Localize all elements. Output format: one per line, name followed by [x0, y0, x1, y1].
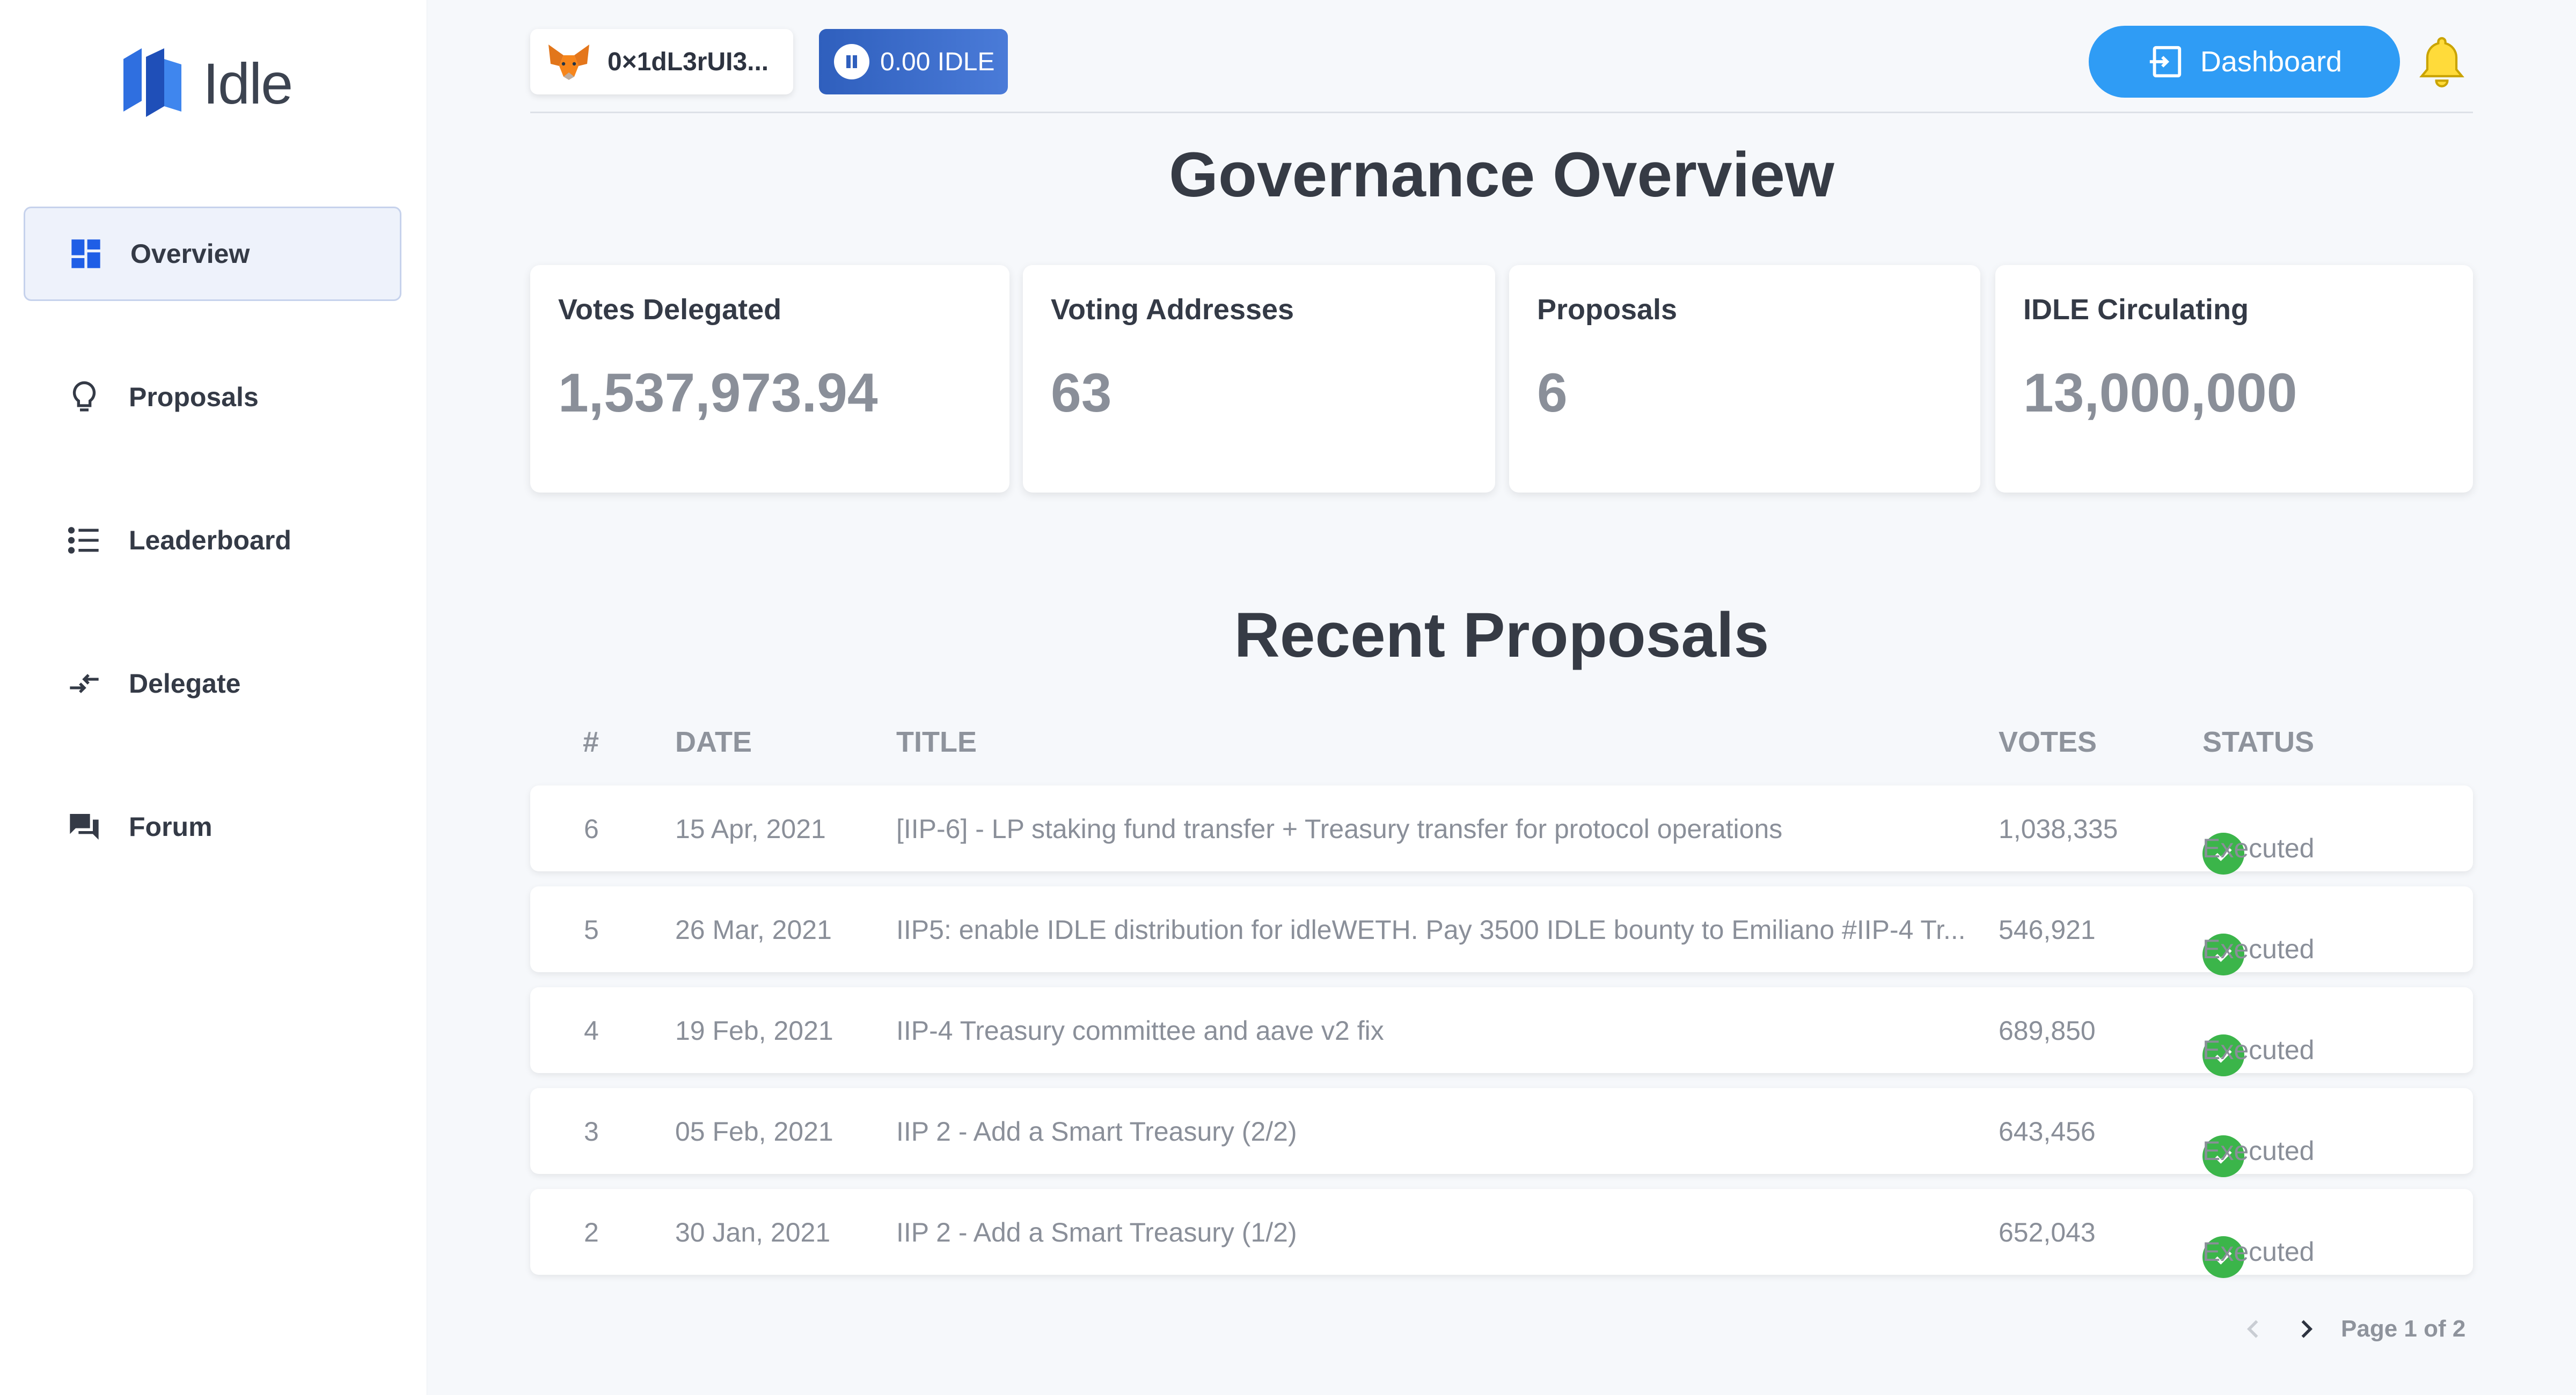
status-text: Executed	[2202, 934, 2315, 964]
table-header: # DATE TITLE VOTES STATUS	[530, 719, 2473, 762]
proposal-title: IIP5: enable IDLE distribution for idleW…	[896, 915, 1966, 945]
next-page-button[interactable]	[2289, 1313, 2322, 1345]
page-indicator: Page 1 of 2	[2341, 1316, 2466, 1342]
notification-bell-icon[interactable]	[2415, 33, 2469, 92]
proposal-title: IIP-4 Treasury committee and aave v2 fix	[896, 1016, 1384, 1046]
section-title-recent-proposals: Recent Proposals	[1234, 600, 1769, 671]
dashboard-grid-icon	[67, 235, 105, 273]
sidebar-item-overview[interactable]: Overview	[24, 207, 401, 301]
previous-page-button[interactable]	[2238, 1313, 2270, 1345]
dashboard-button[interactable]: Dashboard	[2089, 26, 2400, 98]
status-text: Executed	[2202, 1035, 2315, 1065]
proposal-votes: 1,038,335	[1999, 814, 2118, 844]
status-text: Executed	[2202, 1237, 2315, 1267]
dashboard-button-label: Dashboard	[2200, 46, 2343, 78]
stat-value: 1,537,973.94	[558, 362, 878, 423]
chevron-left-icon	[2246, 1320, 2258, 1338]
proposal-votes: 689,850	[1999, 1016, 2096, 1046]
proposal-date: 30 Jan, 2021	[675, 1217, 831, 1247]
wallet-address: 0×1dL3rUI3...	[608, 47, 769, 76]
logo-text: Idle	[203, 50, 293, 116]
table-row[interactable]: 6 15 Apr, 2021 [IIP-6] - LP staking fund…	[530, 785, 2473, 875]
idle-logo-icon	[123, 48, 181, 117]
column-header-title: TITLE	[896, 726, 977, 758]
proposal-date: 26 Mar, 2021	[675, 915, 832, 945]
proposal-number: 6	[584, 814, 599, 844]
column-header-votes: VOTES	[1999, 726, 2097, 758]
proposal-number: 3	[584, 1117, 599, 1147]
table-row[interactable]: 4 19 Feb, 2021 IIP-4 Treasury committee …	[530, 987, 2473, 1076]
chat-bubbles-icon	[65, 808, 103, 846]
proposal-votes: 643,456	[1999, 1117, 2096, 1147]
enter-dashboard-icon	[2149, 46, 2182, 78]
lightbulb-icon	[65, 378, 103, 416]
column-header-number: #	[583, 726, 599, 758]
metamask-fox-icon	[548, 45, 589, 80]
idle-token-icon	[834, 44, 869, 79]
stat-card-voting-addresses: Voting Addresses 63	[1023, 265, 1495, 493]
proposal-title: IIP 2 - Add a Smart Treasury (2/2)	[896, 1117, 1297, 1147]
page-title: Governance Overview	[1169, 140, 1834, 210]
pagination: Page 1 of 2	[2238, 1305, 2474, 1353]
proposal-date: 19 Feb, 2021	[675, 1016, 833, 1046]
numbered-list-icon	[65, 522, 103, 559]
status-text: Executed	[2202, 833, 2315, 863]
column-header-date: DATE	[675, 726, 752, 758]
sidebar: Idle Overview Proposals Leaderboard Dele…	[0, 0, 427, 1395]
sidebar-item-label: Overview	[130, 239, 250, 269]
stat-label: Voting Addresses	[1051, 293, 1294, 326]
stats-row: Votes Delegated 1,537,973.94 Voting Addr…	[530, 265, 2473, 493]
chevron-right-icon	[2301, 1320, 2313, 1338]
table-row[interactable]: 2 30 Jan, 2021 IIP 2 - Add a Smart Treas…	[530, 1189, 2473, 1278]
idle-balance-badge[interactable]: 0.00 IDLE	[819, 29, 1008, 94]
stat-value: 6	[1537, 362, 1568, 423]
sidebar-item-label: Leaderboard	[129, 525, 291, 555]
stat-label: Proposals	[1537, 293, 1678, 326]
app-root: Idle Overview Proposals Leaderboard Dele…	[0, 0, 2576, 1395]
proposal-date: 15 Apr, 2021	[675, 814, 826, 844]
table-row[interactable]: 3 05 Feb, 2021 IIP 2 - Add a Smart Treas…	[530, 1088, 2473, 1177]
stat-label: Votes Delegated	[558, 293, 782, 326]
column-header-status: STATUS	[2202, 726, 2314, 758]
proposal-votes: 546,921	[1999, 915, 2096, 945]
idle-logo[interactable]: Idle	[123, 48, 293, 118]
proposal-date: 05 Feb, 2021	[675, 1117, 833, 1147]
idle-balance-text: 0.00 IDLE	[880, 47, 995, 76]
sidebar-item-delegate[interactable]: Delegate	[24, 636, 401, 731]
wallet-account-button[interactable]: 0×1dL3rUI3...	[530, 29, 793, 94]
proposal-number: 4	[584, 1016, 599, 1046]
sidebar-nav: Overview Proposals Leaderboard Delegate	[24, 207, 401, 923]
sidebar-item-label: Delegate	[129, 669, 241, 699]
proposal-number: 5	[584, 915, 599, 945]
sidebar-item-leaderboard[interactable]: Leaderboard	[24, 493, 401, 588]
swap-arrows-icon	[65, 665, 103, 702]
sidebar-item-forum[interactable]: Forum	[24, 780, 401, 874]
sidebar-item-proposals[interactable]: Proposals	[24, 350, 401, 444]
table-row[interactable]: 5 26 Mar, 2021 IIP5: enable IDLE distrib…	[530, 886, 2473, 975]
top-bar: 0×1dL3rUI3... 0.00 IDLE Dashboard	[530, 26, 2473, 113]
stat-label: IDLE Circulating	[2023, 293, 2249, 326]
stat-card-proposals: Proposals 6	[1509, 265, 1980, 493]
sidebar-item-label: Proposals	[129, 382, 259, 412]
proposal-votes: 652,043	[1999, 1217, 2096, 1247]
stat-card-idle-circulating: IDLE Circulating 13,000,000	[1995, 265, 2473, 493]
stat-card-votes-delegated: Votes Delegated 1,537,973.94	[530, 265, 1009, 493]
proposal-title: [IIP-6] - LP staking fund transfer + Tre…	[896, 814, 1783, 844]
status-text: Executed	[2202, 1136, 2315, 1166]
sidebar-item-label: Forum	[129, 812, 213, 842]
stat-value: 13,000,000	[2023, 362, 2297, 423]
stat-value: 63	[1051, 362, 1112, 423]
proposal-number: 2	[584, 1217, 599, 1247]
proposal-title: IIP 2 - Add a Smart Treasury (1/2)	[896, 1217, 1297, 1247]
